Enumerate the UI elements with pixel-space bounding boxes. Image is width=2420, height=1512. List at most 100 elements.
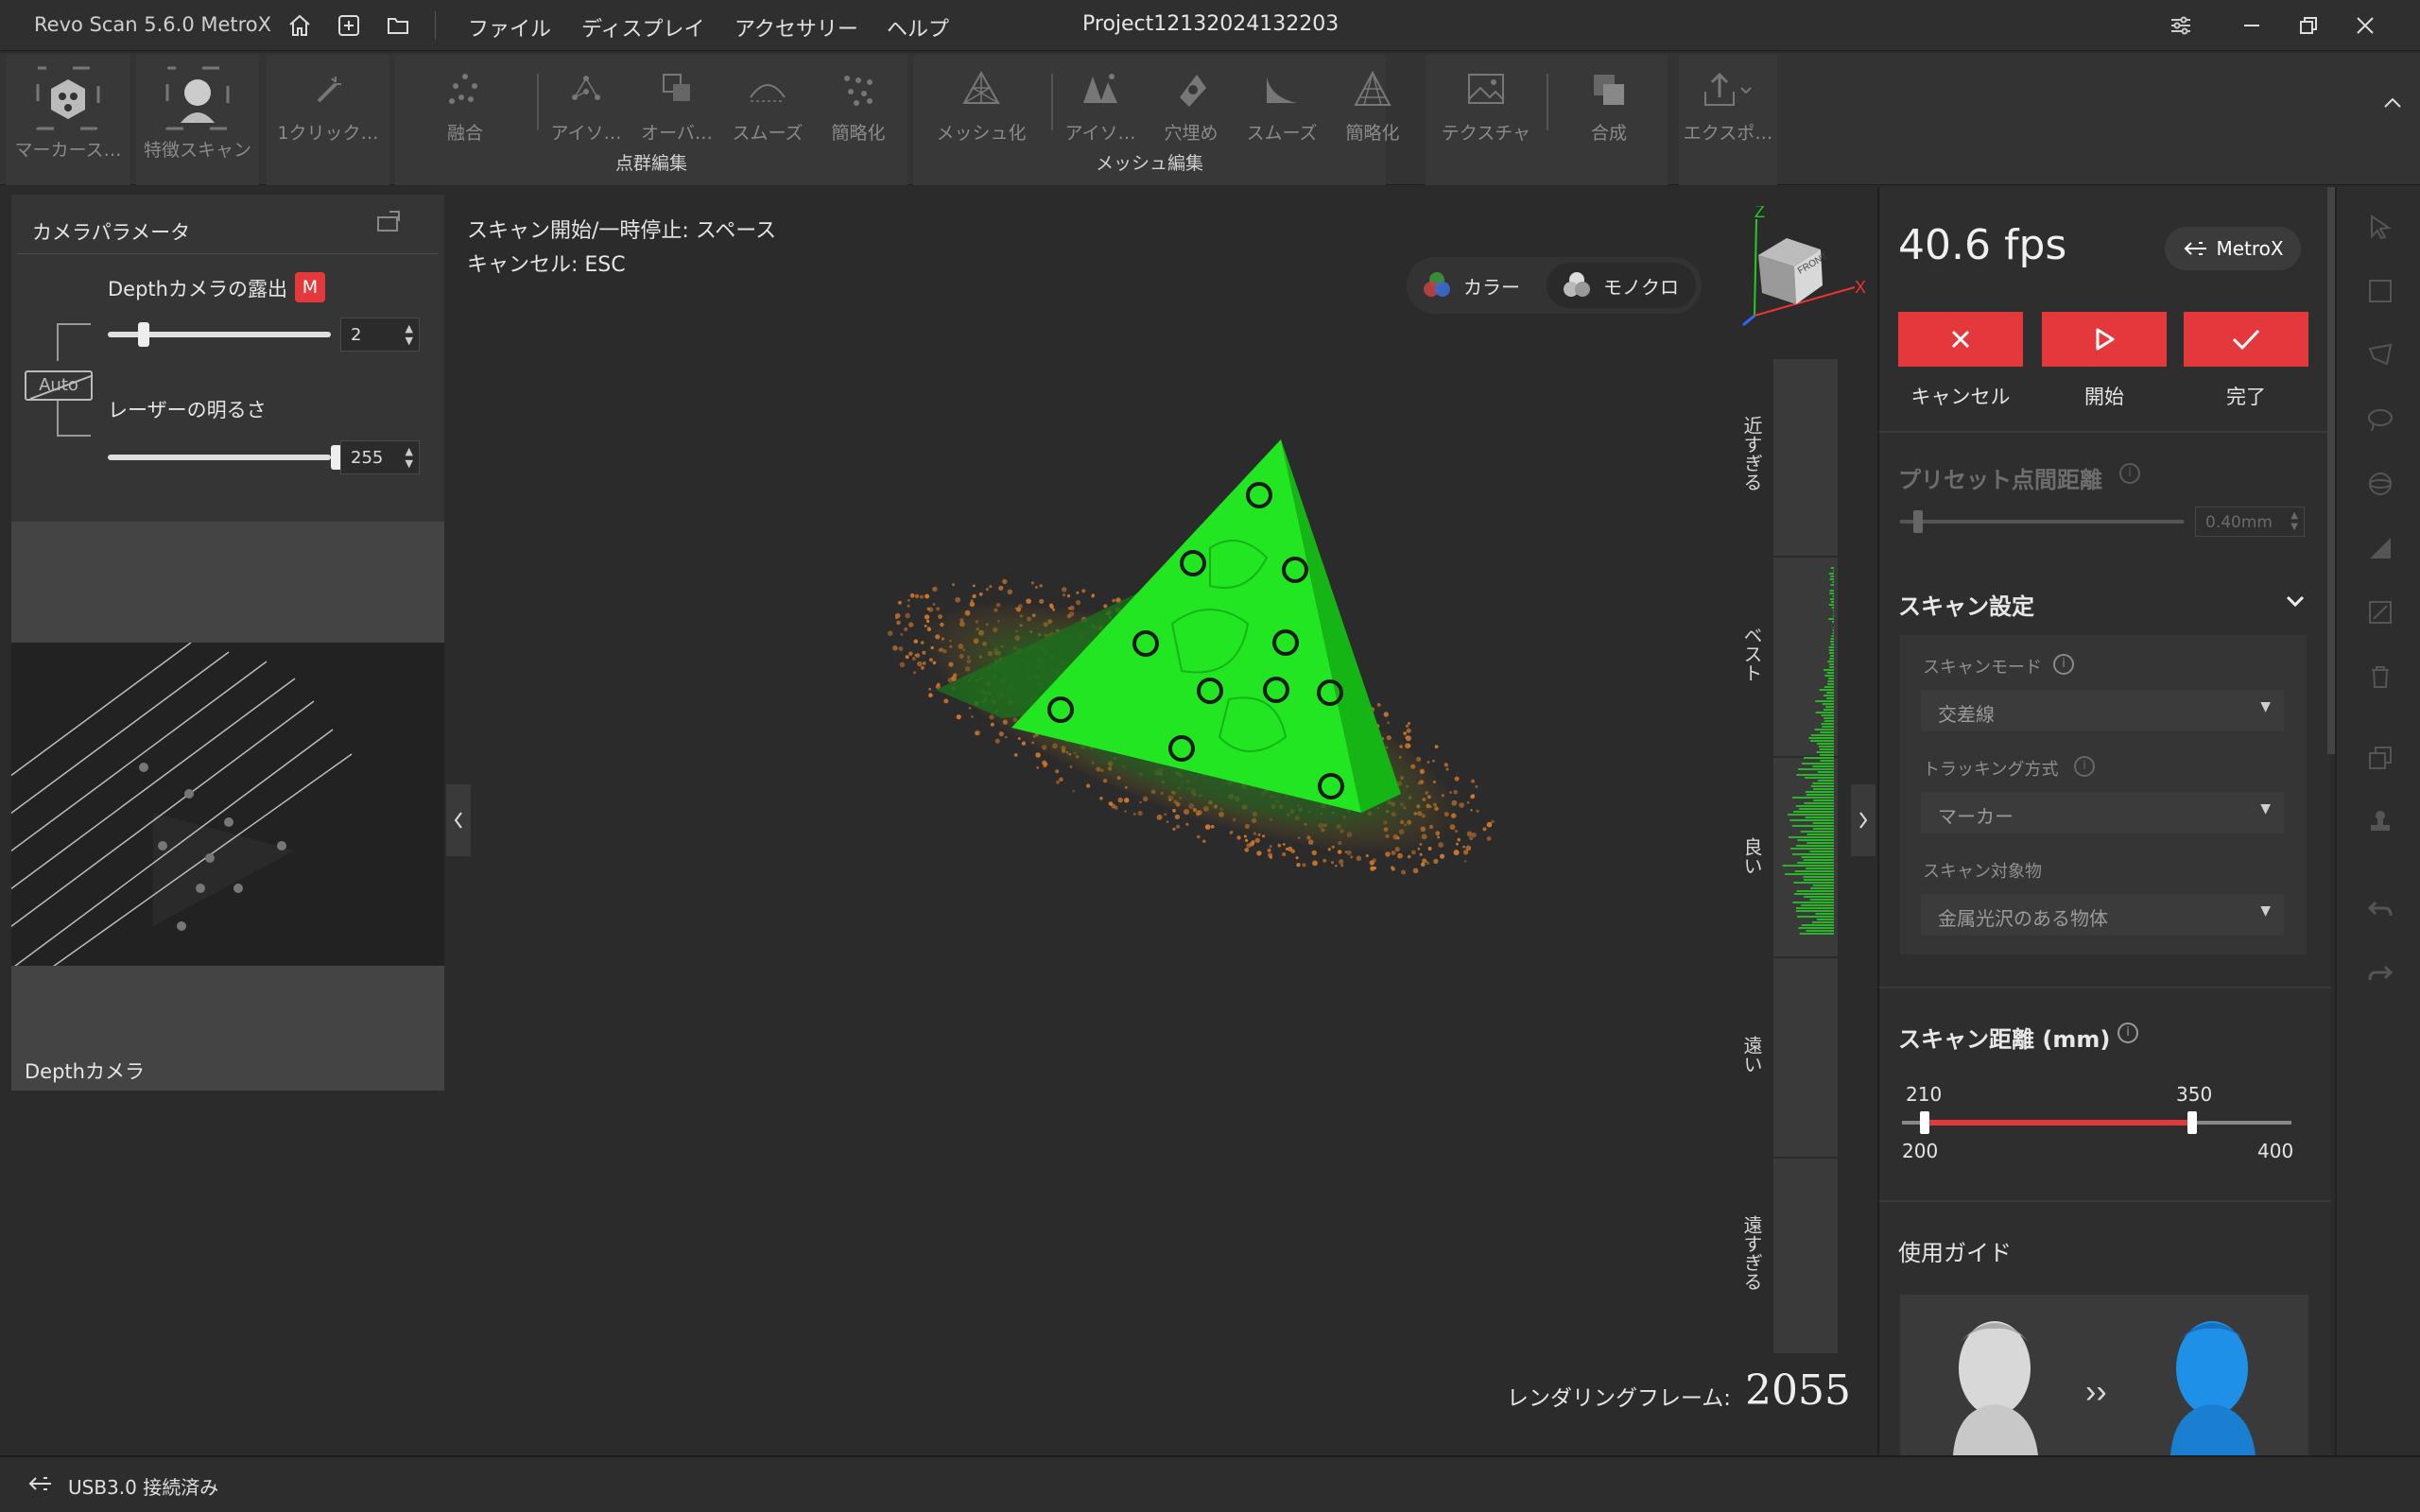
info-icon[interactable]: i (2118, 1022, 2138, 1043)
home-icon[interactable] (284, 9, 316, 42)
tool-simplify-points[interactable]: 簡略化 (813, 60, 904, 146)
link-bracket-top (57, 323, 91, 361)
manual-mode-badge[interactable]: M (295, 272, 325, 302)
collapse-toolbar-icon[interactable] (2380, 91, 2405, 115)
duplicate-icon[interactable] (2363, 741, 2397, 775)
color-mode-icon (1424, 272, 1450, 297)
rect-select-icon[interactable] (2363, 274, 2397, 308)
collapse-right-panel-button[interactable] (1851, 784, 1876, 856)
color-mode-button[interactable]: カラー (1418, 265, 1541, 306)
panel-title: カメラパラメータ (32, 221, 191, 244)
auto-toggle[interactable]: Auto (25, 370, 93, 401)
distance-low-value: 210 (1906, 1083, 1943, 1106)
tool-merge[interactable]: 合成 (1552, 60, 1666, 146)
laser-brightness-spinbox[interactable]: 255 ▲ ▼ (340, 440, 420, 474)
tool-overlap[interactable]: オーバ… (631, 60, 722, 146)
view-cube[interactable]: FRONT Z X (1730, 202, 1872, 329)
tool-texture[interactable]: テクスチャ (1427, 60, 1545, 146)
finish-scan-button[interactable] (2184, 312, 2308, 367)
link-bracket-bottom (57, 399, 91, 437)
tool-label: オーバ… (641, 123, 713, 144)
chevron-down-icon[interactable] (2280, 586, 2310, 616)
scan-target-dropdown[interactable]: 金属光沢のある物体 ▼ (1921, 894, 2284, 936)
tool-isolation-mesh[interactable]: アイソ… (1055, 60, 1146, 146)
tool-meshing[interactable]: メッシュ化 (926, 60, 1036, 146)
laser-brightness-label: レーザーの明るさ (108, 399, 267, 421)
redo-icon[interactable] (2363, 958, 2397, 992)
usb-icon (26, 1472, 55, 1495)
sphere-select-icon[interactable] (2363, 467, 2397, 501)
settings-sliders-icon[interactable] (2165, 9, 2197, 42)
usage-guide-image[interactable]: ›› (1900, 1295, 2308, 1455)
cursor-select-icon[interactable] (2363, 210, 2397, 244)
info-icon[interactable]: i (2053, 654, 2074, 675)
info-icon[interactable]: i (2119, 463, 2140, 484)
depth-exposure-label: Depthカメラの露出 (108, 278, 287, 301)
tool-export[interactable]: エクスポ… (1681, 60, 1775, 146)
spin-arrows-icon[interactable]: ▲ ▼ (2290, 510, 2298, 533)
depth-exposure-slider[interactable] (138, 322, 150, 347)
brush-select-icon[interactable] (2363, 403, 2397, 437)
tracking-dropdown[interactable]: マーカー ▼ (1921, 792, 2284, 833)
tool-marker-scan[interactable]: マーカース… (6, 60, 130, 161)
minimize-icon[interactable] (2236, 9, 2268, 42)
done-label: 完了 (2226, 386, 2266, 408)
restore-icon[interactable] (2292, 9, 2325, 42)
check-icon (2232, 329, 2260, 351)
spin-arrows-icon[interactable]: ▲ ▼ (406, 445, 413, 470)
menu-accessory[interactable]: アクセサリー (735, 12, 858, 43)
device-button[interactable]: MetroX (2165, 227, 2301, 270)
menu-help[interactable]: ヘルプ (887, 12, 949, 43)
status-bar: USB3.0 接続済み (0, 1455, 2420, 1512)
mono-mode-label: モノクロ (1603, 275, 1679, 299)
menu-file[interactable]: ファイル (468, 12, 551, 43)
tool-smooth-mesh[interactable]: スムーズ (1236, 60, 1327, 146)
tool-feature-scan[interactable]: 特徴スキャン (136, 60, 259, 161)
tool-fusion[interactable]: 融合 (406, 60, 524, 146)
distance-max-handle[interactable] (2187, 1111, 2197, 1134)
preset-distance-spinbox[interactable]: 0.40mm ▲ ▼ (2195, 507, 2305, 537)
tool-label: 合成 (1590, 123, 1627, 144)
panel-scrollbar[interactable] (2327, 187, 2335, 754)
title-bar: Revo Scan 5.6.0 MetroX ファイル ディスプレイ アクセサリ… (0, 0, 2420, 51)
stamp-icon[interactable] (2363, 805, 2397, 839)
cancel-label: キャンセル (1910, 386, 2011, 408)
detach-panel-icon[interactable] (374, 208, 403, 236)
scan-mode-dropdown[interactable]: 交差線 ▼ (1921, 690, 2284, 731)
tool-simplify-mesh[interactable]: 簡略化 (1327, 60, 1418, 146)
quality-best: ベスト (1740, 626, 1763, 682)
tool-isolation-points[interactable]: アイソ… (541, 60, 631, 146)
tool-label: スムーズ (1246, 123, 1318, 144)
scan-mode-label: スキャンモード (1923, 658, 2042, 678)
info-icon[interactable]: i (2074, 756, 2095, 777)
new-project-icon[interactable] (333, 9, 365, 42)
close-window-icon[interactable] (2349, 9, 2381, 42)
spin-arrows-icon[interactable]: ▲ ▼ (406, 322, 413, 347)
invert-select-icon[interactable] (2363, 595, 2397, 629)
render-frame-value: 2055 (1745, 1366, 1851, 1415)
distance-min-handle[interactable] (1920, 1111, 1930, 1134)
preset-distance-track (1900, 520, 2184, 524)
cancel-scan-button[interactable] (1898, 312, 2023, 367)
preset-distance-slider[interactable] (1913, 510, 1923, 533)
open-folder-icon[interactable] (382, 9, 414, 42)
mono-mode-button[interactable]: モノクロ (1547, 263, 1696, 308)
camera-params-panel: カメラパラメータ Depthカメラの露出 M Auto 2 ▲ ▼ レーザーの明るさ… (11, 195, 444, 1091)
tool-smooth-points[interactable]: スムーズ (722, 60, 813, 146)
tool-label: 特徴スキャン (143, 140, 251, 161)
spin-value: 0.40mm (2205, 513, 2273, 532)
start-scan-button[interactable] (2042, 312, 2167, 367)
plane-cut-icon[interactable] (2363, 531, 2397, 565)
tool-label: 融合 (446, 123, 483, 144)
axis-z-label: Z (1754, 206, 1765, 221)
toolbar-separator (537, 74, 539, 130)
menu-display[interactable]: ディスプレイ (581, 12, 704, 43)
collapse-left-panel-button[interactable] (446, 784, 471, 856)
lasso-select-icon[interactable] (2363, 338, 2397, 372)
tool-one-click[interactable]: 1クリック… (267, 60, 389, 146)
tool-fill-holes[interactable]: 穴埋め (1146, 60, 1236, 146)
delete-icon[interactable] (2363, 660, 2397, 694)
tool-label: スムーズ (732, 123, 804, 144)
depth-exposure-spinbox[interactable]: 2 ▲ ▼ (340, 318, 420, 352)
undo-icon[interactable] (2363, 894, 2397, 928)
